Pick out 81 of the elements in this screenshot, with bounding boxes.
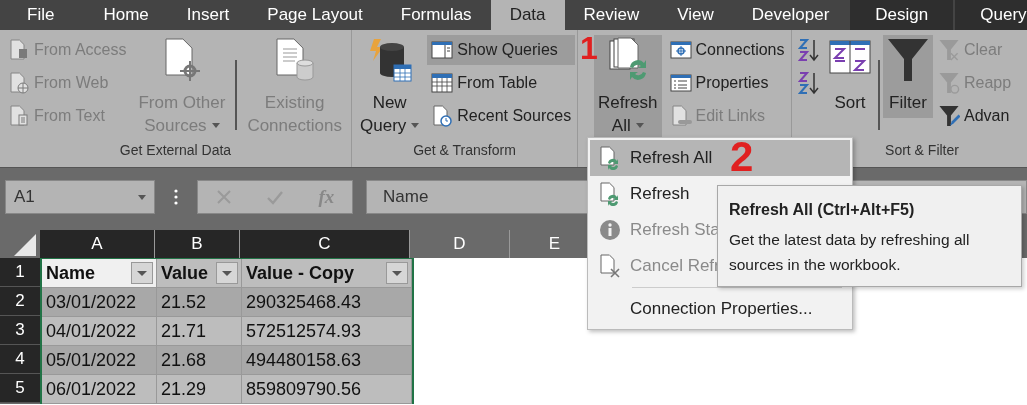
funnel-pencil-icon [938,105,960,127]
ribbon-button[interactable]: Properties [665,68,789,98]
window-icon [431,39,454,61]
caret-icon [411,123,420,128]
ribbon-button[interactable]: From Table [427,68,576,98]
document-icon [8,105,30,127]
caret-icon [211,123,220,128]
group-label: Get External Data [118,141,233,160]
group-label: Get & Transform [412,141,517,160]
document-link-icon [669,105,692,127]
ribbon-tab[interactable]: Formulas [381,0,491,30]
connection-icon [669,39,692,61]
caret-icon [635,123,644,128]
table-header-cell: Value [161,262,209,284]
table-header-cell: Name [46,262,96,284]
table-cell: 04/01/2022 [46,320,137,342]
ribbon-button[interactable]: Filter [883,35,933,118]
row-header[interactable]: 3 [0,316,40,345]
menu-item[interactable]: Refresh All [590,140,717,176]
filter-dropdown-button[interactable] [386,262,408,284]
document-refresh-icon [599,182,621,206]
ribbon-tab[interactable]: Data [490,0,565,30]
document-clock-icon [431,105,454,127]
info-icon [599,218,621,242]
ribbon-button[interactable]: New Query [356,35,424,141]
ribbon-button[interactable]: Advan [934,101,1016,131]
document-icon [8,39,30,61]
table-cell: 859809790.56 [246,378,362,400]
table-cell: 21.68 [161,349,207,371]
name-box[interactable]: A1 [5,180,155,214]
check-icon[interactable] [267,189,284,205]
table-cell: 290325468.43 [246,291,362,313]
document-refresh-icon [599,146,621,170]
row-header[interactable]: 2 [0,287,40,316]
table-cell: 494480158.63 [246,349,362,371]
ribbon-tab[interactable]: Query [955,0,1027,30]
table-cell: 21.71 [161,320,207,342]
ribbon-tab[interactable]: Developer [732,0,849,30]
ribbon-button[interactable]: Recent Sources [427,101,576,131]
ribbon-button[interactable]: Sort [825,35,875,118]
column-header[interactable]: B [155,230,240,258]
ribbon-tab[interactable]: Design [850,0,954,30]
filter-dropdown-button[interactable] [216,262,238,284]
table-cell: 03/01/2022 [46,291,137,313]
row-header[interactable]: 5 [0,374,40,403]
ribbon-button[interactable]: Show Queries [427,35,576,65]
column-header[interactable]: A [40,230,155,258]
table-cell: 05/01/2022 [46,349,137,371]
filter-dropdown-button[interactable] [131,262,153,284]
table-cell: 06/01/2022 [46,378,137,400]
table-cell: 21.29 [161,378,207,400]
row-header[interactable]: 4 [0,345,40,374]
group-label: Sort & Filter [884,141,960,160]
document-icon [8,72,30,94]
caret-icon [138,194,146,200]
menu-item[interactable]: Connection Properties... [590,291,817,327]
table-cell: 572512574.93 [246,320,362,342]
ribbon-button[interactable]: Connections [665,35,789,65]
funnel-refresh-icon [938,72,960,94]
funnel-cross-icon [938,39,960,61]
ribbon-tab[interactable]: File [8,0,85,30]
ribbon-tab[interactable]: View [658,0,733,30]
document-cancel-icon [599,254,621,278]
ribbon-tab[interactable]: Insert [167,0,249,30]
table-header-cell: Value - Copy [246,262,355,284]
database-table-icon [367,37,412,83]
table-icon [431,72,454,94]
ribbon-tab[interactable]: Home [84,0,168,30]
tooltip-title: Refresh All (Ctrl+Alt+F5) [729,201,916,219]
menu-item[interactable]: Refresh [590,176,694,212]
table-cell: 21.52 [161,291,207,313]
tooltip-text: Get the latest data by refreshing all sources in the workbook. [729,230,971,275]
step-number: 2 [730,133,754,181]
more-icon[interactable] [174,189,178,205]
row-header[interactable]: 1 [0,258,40,287]
list-icon [669,72,692,94]
funnel-icon [886,37,930,83]
column-header[interactable]: D [410,230,510,258]
ribbon-tab[interactable]: Page Layout [248,0,382,30]
column-header[interactable]: C [240,230,410,258]
ribbon-tab[interactable]: Review [564,0,659,30]
